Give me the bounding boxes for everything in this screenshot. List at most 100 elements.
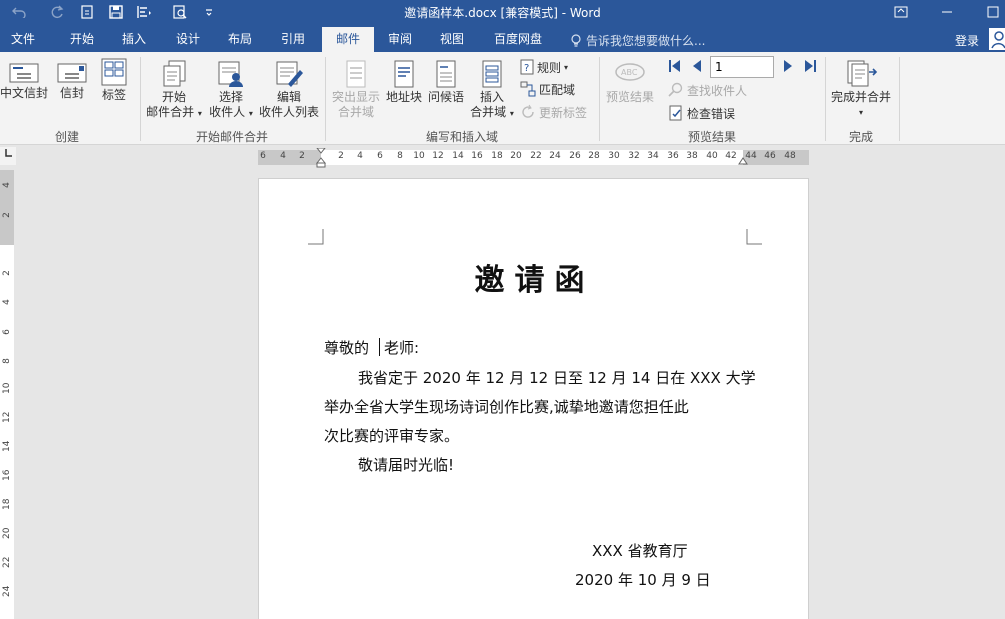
ruler-tick: 24 bbox=[549, 151, 560, 161]
ruler-tick: 34 bbox=[647, 151, 658, 161]
ruler-tick: 40 bbox=[706, 151, 717, 161]
start-merge-line1: 开始 bbox=[144, 90, 204, 105]
labels-icon bbox=[99, 58, 129, 86]
group-preview-label: 预览结果 bbox=[600, 128, 824, 145]
ruler-tick: 6 bbox=[377, 151, 383, 161]
window-title: 邀请函样本.docx [兼容模式] - Word bbox=[0, 4, 1005, 21]
maximize-icon[interactable] bbox=[970, 0, 1005, 24]
envelope-icon bbox=[9, 62, 39, 84]
ruler-tick: 14 bbox=[452, 151, 463, 161]
select-recipients-button[interactable]: 选择 收件人 ▾ bbox=[206, 60, 256, 121]
edit-recipients-line1: 编辑 bbox=[258, 90, 320, 105]
group-separator bbox=[899, 57, 900, 141]
dropdown-arrow-icon: ▾ bbox=[249, 109, 253, 118]
greeting-line-button[interactable]: 问候语 bbox=[426, 60, 466, 105]
ruler-tick: 2 bbox=[2, 210, 12, 220]
ruler-tick: 22 bbox=[530, 151, 541, 161]
dropdown-arrow-icon: ▾ bbox=[198, 109, 202, 118]
ruler-tick: 16 bbox=[2, 471, 12, 481]
salutation-line: 尊敬的老师: bbox=[324, 337, 419, 358]
first-record-icon[interactable] bbox=[668, 59, 682, 73]
tab-references[interactable]: 引用 bbox=[271, 27, 315, 52]
paragraph-line: 次比赛的评审专家。 bbox=[324, 425, 459, 446]
tab-mailings[interactable]: 邮件 bbox=[322, 27, 374, 52]
select-recipients-line2: 收件人 bbox=[209, 105, 245, 119]
ruler-tick: 4 bbox=[2, 180, 12, 190]
tab-view[interactable]: 视图 bbox=[430, 27, 474, 52]
rules-icon: ? bbox=[520, 59, 534, 75]
ruler-tick: 6 bbox=[2, 327, 12, 337]
ruler-tick: 26 bbox=[569, 151, 580, 161]
group-create-label: 创建 bbox=[0, 128, 134, 145]
tell-me-box[interactable]: 告诉我您想要做什么... bbox=[570, 32, 705, 49]
dropdown-arrow-icon: ▾ bbox=[510, 109, 514, 118]
tab-baidu-netdisk[interactable]: 百度网盘 bbox=[486, 27, 550, 52]
document-page[interactable]: 邀请函 尊敬的老师: 我省定于 2020 年 12 月 12 日至 12 月 1… bbox=[258, 178, 809, 619]
check-errors-label: 检查错误 bbox=[687, 105, 735, 122]
previous-record-icon[interactable] bbox=[690, 59, 704, 73]
address-block-icon bbox=[392, 60, 416, 88]
ruler-tick: 18 bbox=[2, 500, 12, 510]
finish-merge-label: 完成并合并 bbox=[828, 90, 894, 105]
update-labels-label: 更新标签 bbox=[539, 104, 587, 121]
ribbon-display-options-icon[interactable] bbox=[878, 0, 924, 24]
ruler-tick: 16 bbox=[471, 151, 482, 161]
labels-button[interactable]: 标签 bbox=[97, 58, 131, 103]
ruler-tick: 42 bbox=[725, 151, 736, 161]
tab-insert[interactable]: 插入 bbox=[112, 27, 156, 52]
preview-results-label: 预览结果 bbox=[602, 90, 658, 105]
tab-review[interactable]: 审阅 bbox=[378, 27, 422, 52]
insert-merge-field-button[interactable]: 插入 合并域 ▾ bbox=[468, 60, 516, 121]
greeting-line-label: 问候语 bbox=[426, 90, 466, 105]
indent-marker-icon[interactable] bbox=[316, 148, 326, 168]
match-fields-button[interactable]: 匹配域 bbox=[520, 80, 575, 98]
right-indent-marker-icon[interactable] bbox=[738, 154, 748, 166]
finish-and-merge-button[interactable]: 完成并合并 ▾ bbox=[828, 60, 894, 120]
address-block-button[interactable]: 地址块 bbox=[384, 60, 424, 105]
highlight-line1: 突出显示 bbox=[330, 90, 382, 105]
tab-home[interactable]: 开始 bbox=[60, 27, 104, 52]
svg-text:?: ? bbox=[524, 63, 529, 74]
envelopes-button[interactable]: 信封 bbox=[55, 62, 89, 101]
check-errors-button[interactable]: 检查错误 bbox=[668, 104, 735, 122]
edit-recipient-list-button[interactable]: 编辑 收件人列表 bbox=[258, 60, 320, 120]
horizontal-ruler[interactable]: 6 4 2 2 4 6 8 10 12 14 16 18 20 22 24 26… bbox=[258, 150, 809, 165]
ruler-tick: 46 bbox=[764, 151, 775, 161]
match-fields-icon bbox=[520, 81, 536, 97]
last-record-icon[interactable] bbox=[803, 59, 817, 73]
search-icon bbox=[668, 82, 684, 98]
crop-mark-icon bbox=[308, 229, 324, 245]
tell-me-placeholder: 告诉我您想要做什么... bbox=[586, 32, 705, 49]
select-recipients-line1: 选择 bbox=[206, 90, 256, 105]
next-record-icon[interactable] bbox=[781, 59, 795, 73]
ruler-tick: 38 bbox=[686, 151, 697, 161]
start-mail-merge-button[interactable]: 开始 邮件合并 ▾ bbox=[144, 60, 204, 121]
crop-mark-icon bbox=[746, 229, 762, 245]
ruler-tick: 8 bbox=[397, 151, 403, 161]
tab-file[interactable]: 文件 bbox=[0, 27, 46, 52]
ruler-tick: 6 bbox=[260, 151, 266, 161]
account-icon[interactable] bbox=[989, 28, 1005, 50]
tab-design[interactable]: 设计 bbox=[166, 27, 210, 52]
ruler-tick: 24 bbox=[2, 587, 12, 597]
minimize-icon[interactable] bbox=[924, 0, 970, 24]
ruler-tick: 12 bbox=[432, 151, 443, 161]
chinese-envelope-button[interactable]: 中文信封 bbox=[0, 62, 48, 101]
preview-results-button[interactable]: ABC 预览结果 bbox=[602, 60, 658, 105]
find-recipient-button[interactable]: 查找收件人 bbox=[668, 81, 747, 99]
tab-stop-selector[interactable] bbox=[0, 147, 16, 165]
edit-list-icon bbox=[274, 60, 304, 88]
group-separator bbox=[140, 57, 141, 141]
ruler-tick: 12 bbox=[2, 413, 12, 423]
vertical-ruler[interactable]: 4 2 2 4 6 8 10 12 14 16 18 20 22 24 bbox=[0, 170, 14, 619]
record-number-input[interactable]: 1 bbox=[710, 56, 774, 78]
update-labels-button[interactable]: 更新标签 bbox=[520, 103, 587, 121]
rules-button[interactable]: ? 规则 ▾ bbox=[520, 58, 568, 76]
start-merge-line2: 邮件合并 bbox=[146, 105, 194, 119]
login-link[interactable]: 登录 bbox=[955, 32, 979, 49]
highlight-merge-fields-button[interactable]: 突出显示 合并域 bbox=[330, 60, 382, 120]
tab-layout[interactable]: 布局 bbox=[218, 27, 262, 52]
ruler-tick: 4 bbox=[280, 151, 286, 161]
signature-date: 2020 年 10 月 9 日 bbox=[575, 569, 711, 590]
group-write-insert-label: 编写和插入域 bbox=[328, 128, 596, 145]
